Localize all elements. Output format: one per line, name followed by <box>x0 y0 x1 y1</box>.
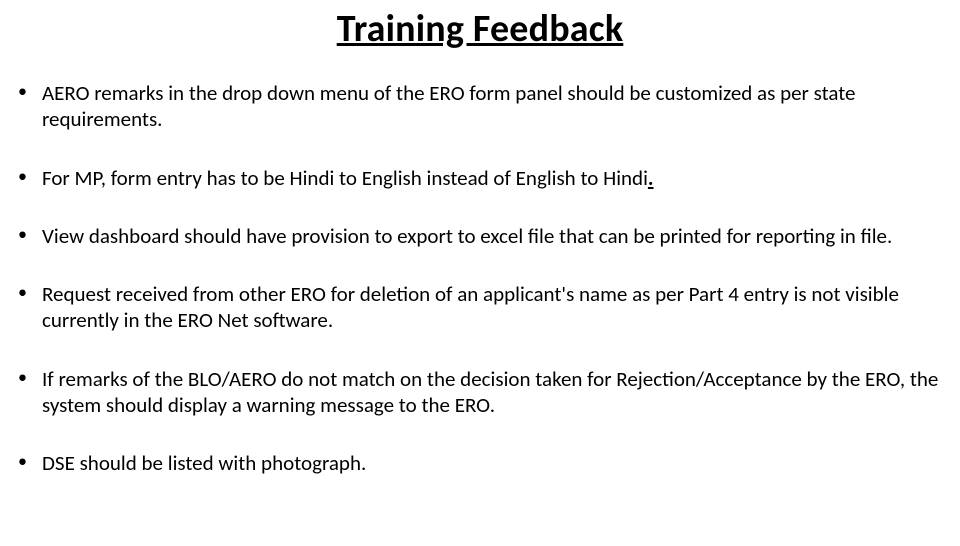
list-item: DSE should be listed with photograph. <box>18 450 942 476</box>
bullet-text: For MP, form entry has to be Hindi to En… <box>42 165 648 191</box>
bullet-text: View dashboard should have provision to … <box>42 223 892 249</box>
bullet-text: If remarks of the BLO/AERO do not match … <box>42 366 938 418</box>
underlined-period: . <box>648 165 654 191</box>
bullet-list: AERO remarks in the drop down menu of th… <box>0 80 960 476</box>
bullet-text: Request received from other ERO for dele… <box>42 281 899 333</box>
list-item: View dashboard should have provision to … <box>18 223 942 249</box>
bullet-text: AERO remarks in the drop down menu of th… <box>42 80 856 132</box>
list-item: Request received from other ERO for dele… <box>18 281 942 334</box>
list-item: AERO remarks in the drop down menu of th… <box>18 80 942 133</box>
list-item: If remarks of the BLO/AERO do not match … <box>18 366 942 419</box>
slide: Training Feedback AERO remarks in the dr… <box>0 6 960 546</box>
bullet-text: DSE should be listed with photograph. <box>42 450 366 476</box>
list-item: For MP, form entry has to be Hindi to En… <box>18 165 942 191</box>
slide-title: Training Feedback <box>0 6 960 52</box>
